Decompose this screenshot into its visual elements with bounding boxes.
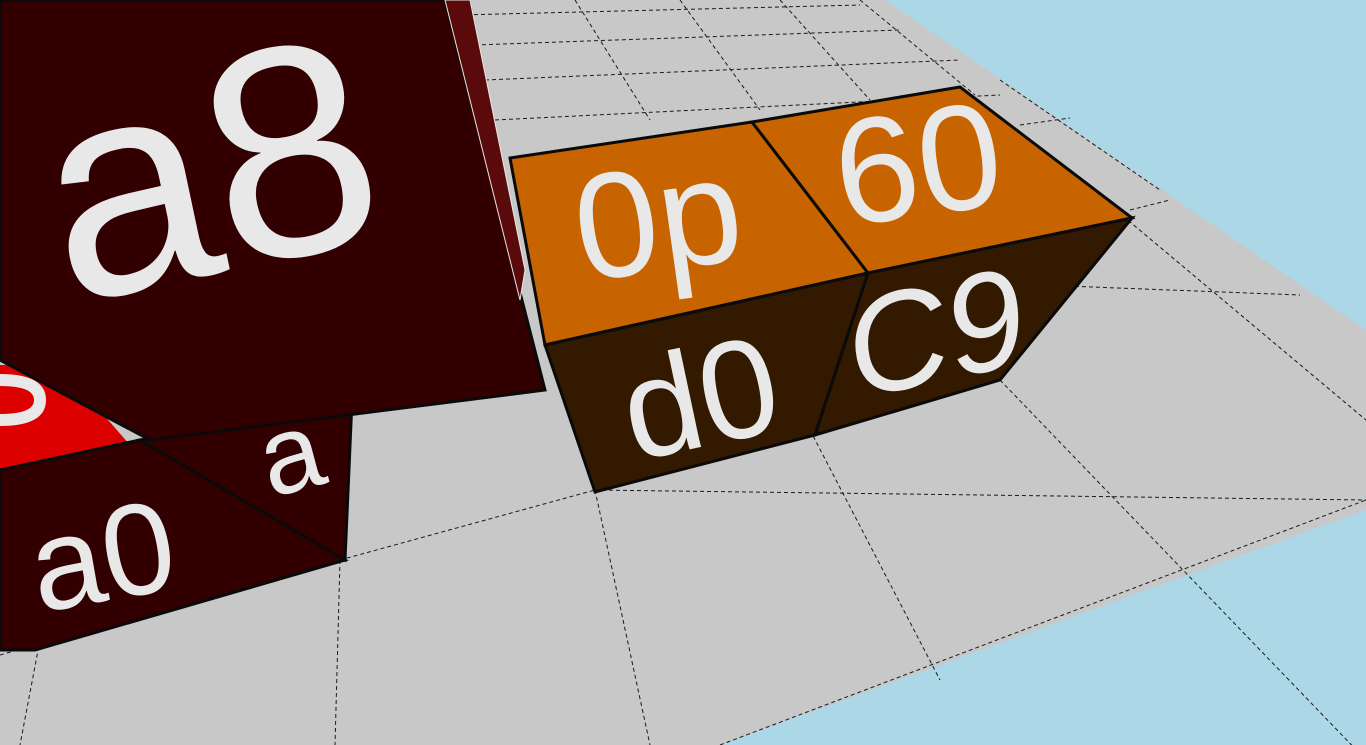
game-viewport[interactable]: a8 a0 a 0p 60 d0 C9 (0, 0, 1366, 745)
dark-red-front-label: a0 (18, 471, 186, 640)
orange-right-top-label: 60 (823, 69, 1012, 259)
orange-left-front-label: d0 (607, 305, 792, 491)
orange-left-top-label: 0p (563, 124, 752, 314)
